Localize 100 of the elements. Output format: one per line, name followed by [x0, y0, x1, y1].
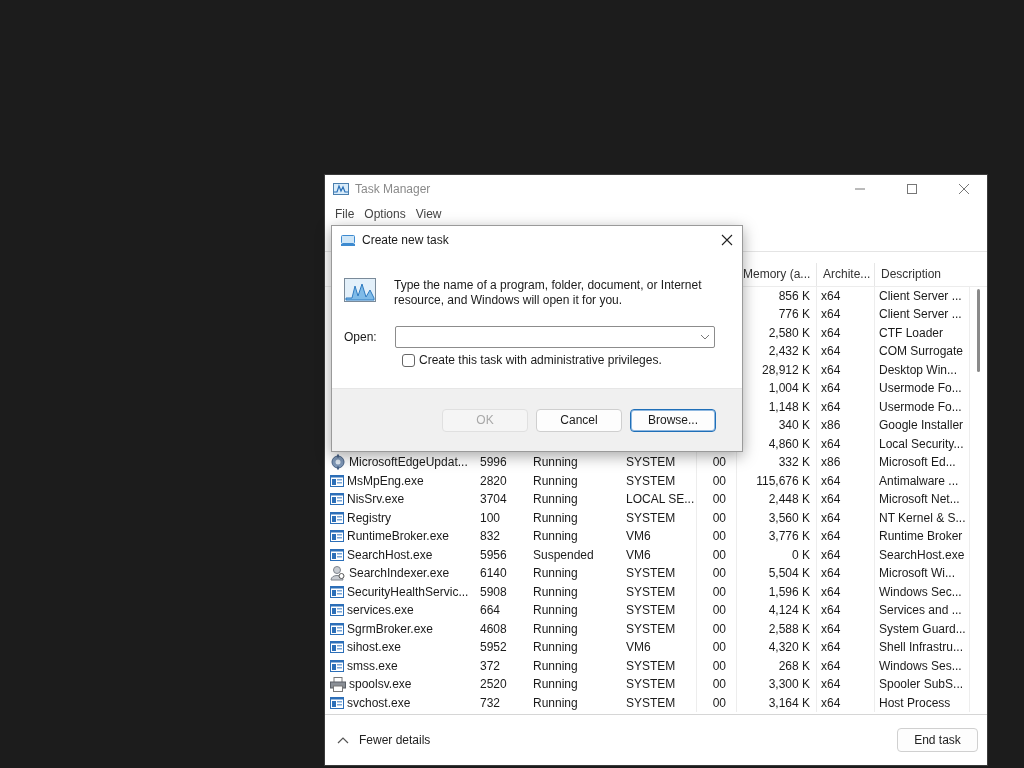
table-cell: 00 [712, 547, 726, 562]
process-name: SgrmBroker.exe [330, 621, 434, 636]
column-header[interactable]: Description [874, 262, 969, 286]
table-cell: 332 K [778, 455, 810, 470]
table-cell: 4,320 K [768, 640, 810, 655]
dialog-message: Type the name of a program, folder, document, or Internet resource, and Windows will open it for you. [394, 278, 703, 308]
table-cell: 00 [712, 695, 726, 710]
table-cell: SYSTEM [626, 455, 676, 470]
table-cell: SYSTEM [626, 473, 676, 488]
open-combo-box[interactable] [395, 326, 715, 348]
process-name: services.exe [330, 603, 414, 618]
table-cell: Suspended [533, 547, 594, 562]
table-cell: 3,776 K [768, 529, 810, 544]
table-cell: Running [533, 695, 578, 710]
table-cell: 4,860 K [768, 436, 810, 451]
table-cell: x64 [821, 529, 841, 544]
table-cell: x64 [821, 677, 841, 692]
table-cell: 372 [480, 658, 501, 673]
table-cell: Running [533, 529, 578, 544]
process-name: SearchIndexer.exe [330, 565, 450, 582]
table-cell: Google Installer [879, 418, 964, 433]
table-cell: 3,164 K [768, 695, 810, 710]
table-cell: Windows Ses... [879, 658, 962, 673]
process-name: NisSrv.exe [330, 492, 405, 507]
table-cell: Local Security... [879, 436, 964, 451]
table-cell: x64 [821, 473, 841, 488]
checkbox-label: Create this task with administrative privileges. [419, 353, 662, 367]
table-cell: SYSTEM [626, 510, 676, 525]
column-header[interactable]: Archite... [816, 262, 874, 286]
process-name: svchost.exe [330, 695, 411, 710]
table-cell: 5952 [480, 640, 507, 655]
table-cell: 2820 [480, 473, 507, 488]
chart-icon [344, 278, 376, 302]
table-cell: x64 [821, 399, 841, 414]
table-cell: Running [533, 621, 578, 636]
fewer-details-button[interactable]: Fewer details [335, 731, 897, 750]
close-icon [721, 234, 733, 246]
table-cell: Microsoft Net... [879, 492, 960, 507]
table-cell: x64 [821, 362, 841, 377]
table-cell: 6140 [480, 566, 507, 581]
table-cell: x64 [821, 603, 841, 618]
table-cell: SYSTEM [626, 677, 676, 692]
table-cell: x64 [821, 492, 841, 507]
process-name: SearchHost.exe [330, 547, 433, 562]
table-cell: 664 [480, 603, 501, 618]
user-search-icon [330, 565, 346, 582]
window-icon [330, 585, 344, 598]
window-icon [330, 696, 344, 709]
table-cell: 832 [480, 529, 501, 544]
table-cell: Running [533, 510, 578, 525]
table-cell: 5,504 K [768, 566, 810, 581]
table-cell: Running [533, 677, 578, 692]
table-cell: x64 [821, 658, 841, 673]
dialog-button[interactable]: Browse... [630, 408, 716, 432]
window-title: Task Manager [355, 182, 432, 196]
table-cell: x64 [821, 381, 841, 396]
menu-item[interactable]: File [331, 204, 359, 223]
table-cell: Running [533, 584, 578, 599]
table-cell: 00 [712, 473, 726, 488]
window-icon [330, 548, 344, 561]
table-cell: 1,004 K [768, 381, 810, 396]
table-cell: 00 [712, 677, 726, 692]
table-cell: Client Server ... [879, 307, 962, 322]
table-cell: x64 [821, 584, 841, 599]
table-cell: 2,432 K [768, 344, 810, 359]
menu-item[interactable]: View [411, 204, 446, 223]
checkbox[interactable] [402, 353, 415, 367]
process-name: SecurityHealthServic... [330, 584, 469, 599]
table-cell: SYSTEM [626, 695, 676, 710]
dialog-button[interactable]: Cancel [536, 408, 622, 432]
table-cell: x64 [821, 640, 841, 655]
dialog-title: Create new task [362, 233, 450, 247]
close-icon [959, 184, 969, 194]
table-cell: x64 [821, 695, 841, 710]
table-cell: 00 [712, 492, 726, 507]
table-cell: LOCAL SE... [626, 492, 695, 507]
table-cell: Services and ... [879, 603, 962, 618]
table-cell: Running [533, 640, 578, 655]
table-cell: x86 [821, 418, 841, 433]
table-cell: 100 [480, 510, 501, 525]
window-icon [330, 530, 344, 543]
table-cell: Running [533, 473, 578, 488]
window-icon [330, 641, 344, 654]
process-name: smss.exe [330, 658, 398, 673]
table-cell: x64 [821, 510, 841, 525]
table-cell: 2,448 K [768, 492, 810, 507]
table-cell: SYSTEM [626, 658, 676, 673]
table-cell: 268 K [778, 658, 810, 673]
table-cell: 2,588 K [768, 621, 810, 636]
gear-icon [330, 454, 346, 471]
table-cell: x86 [821, 455, 841, 470]
table-cell: 856 K [778, 288, 810, 303]
window-icon [330, 511, 344, 524]
table-cell: 00 [712, 658, 726, 673]
table-cell: x64 [821, 344, 841, 359]
table-cell: Host Process [879, 695, 951, 710]
scrollbar-thumb[interactable] [977, 288, 980, 372]
table-cell: x64 [821, 566, 841, 581]
end-task-button[interactable]: End task [897, 728, 978, 753]
menu-item[interactable]: Options [360, 204, 410, 223]
